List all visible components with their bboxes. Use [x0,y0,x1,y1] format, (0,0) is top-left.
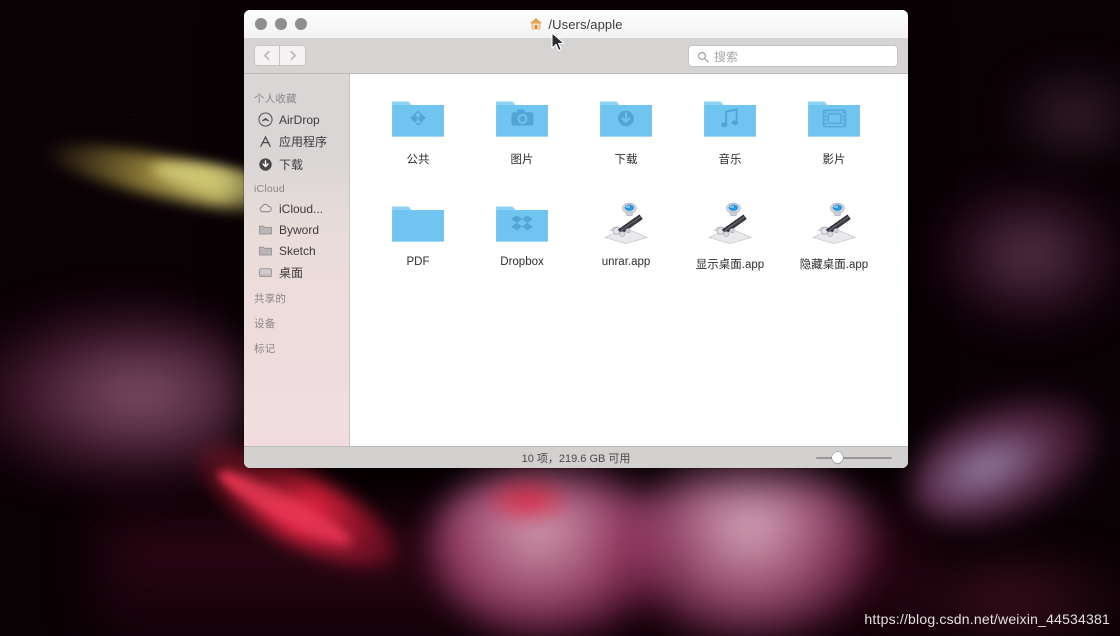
finder-window[interactable]: /Users/apple 搜索 个人收藏 AirDrop 应用程序 下载 iCl… [244,10,908,468]
chevron-left-icon [263,50,273,61]
file-item[interactable]: Dropbox [470,193,574,298]
sidebar-item-label: Byword [279,222,320,237]
home-icon [530,18,543,30]
slider-knob[interactable] [832,452,844,463]
back-button[interactable] [254,45,280,66]
applications-icon [260,135,271,147]
slider-track [816,457,892,459]
file-label: 下载 [614,154,638,166]
folder-pictures-icon [491,92,553,144]
mouse-cursor [551,32,565,52]
file-label: 隐藏桌面.app [799,259,869,271]
search-placeholder: 搜索 [714,49,739,64]
close-button[interactable] [255,18,267,30]
traffic-lights[interactable] [244,18,307,30]
finder-status-bar: 10 项，219.6 GB 可用 [244,446,908,468]
sidebar-item-desktop[interactable]: 桌面 [244,261,349,284]
search-icon [697,51,709,63]
file-item[interactable]: 公共 [366,88,470,193]
icon-grid: 公共 图片 下载 音乐 影片 PDF Dropbox unrar.app 显示桌… [350,88,908,298]
sidebar-item-airdrop[interactable]: AirDrop [244,109,349,130]
file-label: Dropbox [500,256,544,268]
file-item[interactable]: 影片 [782,88,886,193]
finder-content-area[interactable]: 公共 图片 下载 音乐 影片 PDF Dropbox unrar.app 显示桌… [350,74,908,446]
file-label: unrar.app [601,256,651,268]
finder-body: 个人收藏 AirDrop 应用程序 下载 iCloud iCloud... By… [244,74,908,446]
file-item[interactable]: 下载 [574,88,678,193]
folder-icon [259,225,272,235]
maximize-button[interactable] [295,18,307,30]
finder-toolbar[interactable]: 搜索 [244,38,908,74]
file-item[interactable]: PDF [366,193,470,298]
search-field[interactable]: 搜索 [688,45,898,67]
sidebar-section-shared-header: 共享的 [254,293,287,305]
file-label: 显示桌面.app [695,259,765,271]
folder-movies-icon [803,92,865,144]
file-item[interactable]: 隐藏桌面.app [782,193,886,298]
sidebar-item-label: Sketch [279,243,316,258]
automator-app-icon [699,197,761,249]
minimize-button[interactable] [275,18,287,30]
sidebar-item-byword[interactable]: Byword [244,219,349,240]
sidebar-item-label: 应用程序 [279,135,328,149]
automator-app-icon [595,197,657,249]
nebula-mauve-upper-right [930,180,1120,330]
forward-button[interactable] [280,45,306,66]
window-title-group: /Users/apple [244,17,908,32]
nebula-red-hotspot [480,472,575,527]
sidebar-item-downloads[interactable]: 下载 [244,153,349,176]
file-item[interactable]: 音乐 [678,88,782,193]
status-text: 10 项，219.6 GB 可用 [521,452,631,465]
chevron-right-icon [286,50,297,61]
file-label: 公共 [406,154,430,166]
window-title-text: /Users/apple [548,16,623,32]
file-label: 影片 [822,154,846,166]
downloads-icon [259,158,272,171]
sidebar-item-sketch[interactable]: Sketch [244,240,349,261]
sidebar-section-tags-header: 标记 [254,343,276,355]
folder-downloads-icon [595,92,657,144]
navigation-buttons[interactable] [254,45,306,66]
nebula-bottom-wash [100,520,920,636]
sidebar-item-icloud-drive[interactable]: iCloud... [244,198,349,219]
file-item[interactable]: unrar.app [574,193,678,298]
file-label: PDF [406,256,430,268]
file-item[interactable]: 图片 [470,88,574,193]
icon-size-slider[interactable] [816,452,892,463]
folder-music-icon [699,92,761,144]
sidebar-item-applications[interactable]: 应用程序 [244,130,349,153]
window-titlebar[interactable]: /Users/apple [244,10,908,38]
sidebar-item-label: 下载 [279,158,304,172]
sidebar-section-devices-header: 设备 [254,318,276,330]
airdrop-icon [258,112,273,127]
icloud-icon [259,203,272,213]
folder-dropbox-icon [491,197,553,249]
desktop-icon [259,268,272,278]
file-label: 图片 [510,154,534,166]
sidebar-section-icloud-header: iCloud [254,183,285,195]
folder-icon [387,197,449,249]
sidebar-item-label: 桌面 [279,266,304,280]
automator-app-icon [803,197,865,249]
sidebar-item-label: AirDrop [279,112,320,127]
sidebar-item-label: iCloud... [279,201,324,216]
finder-sidebar[interactable]: 个人收藏 AirDrop 应用程序 下载 iCloud iCloud... By… [244,74,350,446]
file-item[interactable]: 显示桌面.app [678,193,782,298]
watermark-text: https://blog.csdn.net/weixin_44534381 [864,611,1110,627]
file-label: 音乐 [718,154,742,166]
folder-icon [259,246,272,256]
folder-public-icon [387,92,449,144]
sidebar-section-favorites-header: 个人收藏 [254,93,297,105]
